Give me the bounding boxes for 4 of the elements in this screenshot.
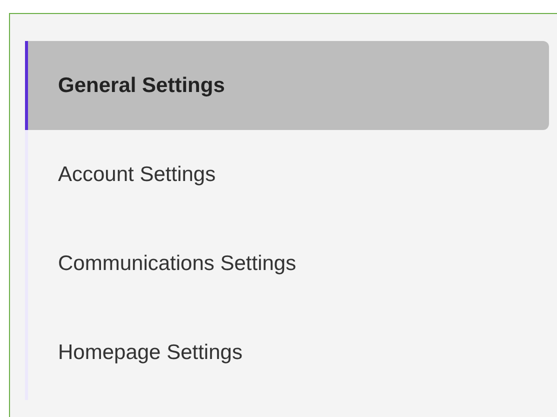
nav-item[interactable]: Communications Settings: [25, 219, 549, 308]
nav-item[interactable]: Homepage Settings: [25, 308, 549, 397]
nav-item[interactable]: General Settings: [25, 41, 549, 130]
nav-item[interactable]: Account Settings: [25, 130, 549, 219]
